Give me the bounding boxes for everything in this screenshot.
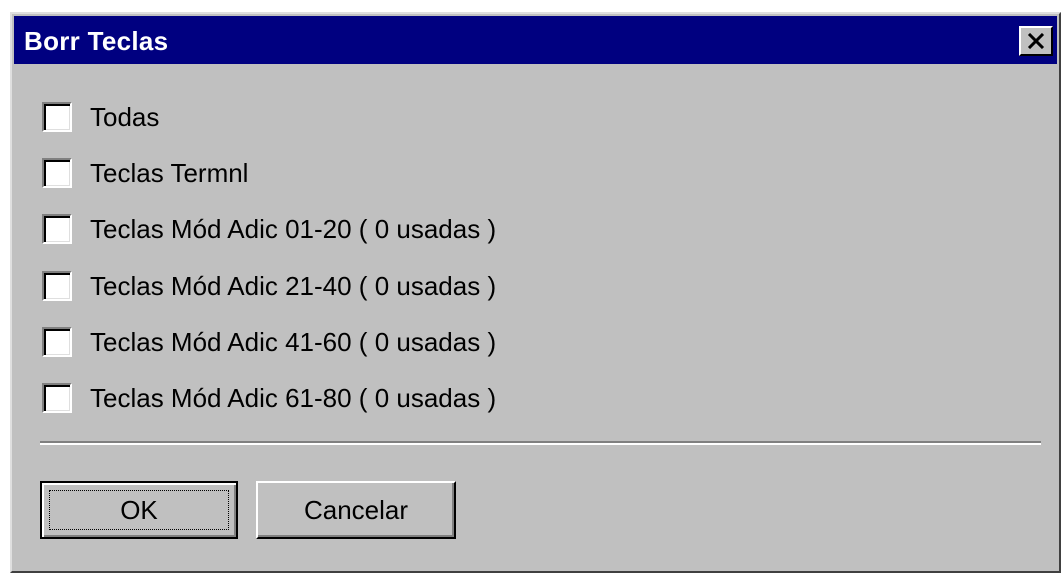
- checkbox[interactable]: [42, 327, 72, 357]
- ok-button[interactable]: OK: [40, 481, 238, 539]
- cancel-label: Cancelar: [303, 494, 409, 525]
- option-mod-adic-41-60[interactable]: Teclas Mód Adic 41-60 ( 0 usadas ): [42, 324, 496, 360]
- option-label: Teclas Mód Adic 41-60 ( 0 usadas ): [90, 326, 497, 357]
- option-mod-adic-61-80[interactable]: Teclas Mód Adic 61-80 ( 0 usadas ): [42, 380, 496, 416]
- option-label: Teclas Mód Adic 01-20 ( 0 usadas ): [90, 213, 497, 244]
- option-label: Teclas Mód Adic 61-80 ( 0 usadas ): [90, 382, 497, 413]
- close-x-icon: [1027, 33, 1045, 49]
- ok-label: OK: [120, 494, 158, 525]
- title-bar: Borr Teclas: [14, 16, 1057, 64]
- option-mod-adic-01-20[interactable]: Teclas Mód Adic 01-20 ( 0 usadas ): [42, 211, 496, 247]
- cancel-button[interactable]: Cancelar: [256, 481, 456, 539]
- close-button[interactable]: [1019, 26, 1053, 56]
- checkbox[interactable]: [42, 271, 72, 301]
- option-mod-adic-21-40[interactable]: Teclas Mód Adic 21-40 ( 0 usadas ): [42, 268, 496, 304]
- borr-teclas-dialog: Borr Teclas Todas Teclas Termnl Teclas M…: [10, 12, 1061, 573]
- option-label: Todas: [90, 101, 160, 132]
- checkbox[interactable]: [42, 102, 72, 132]
- checkbox[interactable]: [42, 158, 72, 188]
- option-label: Teclas Termnl: [90, 157, 249, 188]
- checkbox[interactable]: [42, 214, 72, 244]
- separator: [40, 441, 1041, 445]
- checkbox[interactable]: [42, 383, 72, 413]
- option-label: Teclas Mód Adic 21-40 ( 0 usadas ): [90, 270, 497, 301]
- option-teclas-termnl[interactable]: Teclas Termnl: [42, 155, 248, 191]
- dialog-title: Borr Teclas: [24, 26, 169, 56]
- option-todas[interactable]: Todas: [42, 99, 159, 135]
